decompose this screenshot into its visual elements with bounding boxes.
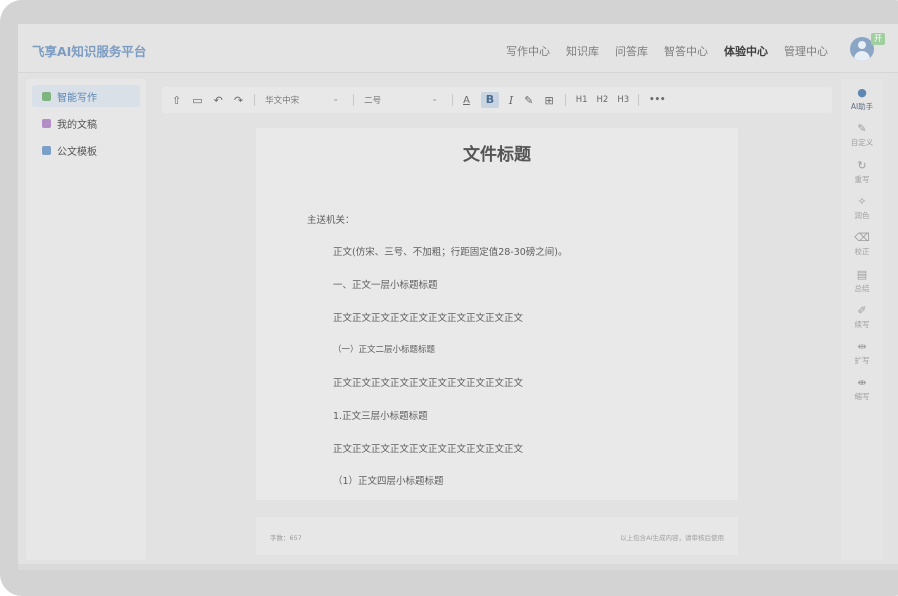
ai-tools-panel: ● AI助手 ✎ 自定义 ↻ 重写 ✧ 润色 ⌫ 校正 ▤ 总结 ✐ 续写 ⇹ … [841, 79, 883, 560]
nav-writing-center[interactable]: 写作中心 [506, 43, 550, 59]
document-editor[interactable]: 文件标题 主送机关： 正文(仿宋、三号、不加粗；行距固定值28-30磅之间)。 … [256, 128, 738, 500]
app-logo-title[interactable]: 飞享AI知识服务平台 [32, 41, 146, 60]
heading2-button[interactable]: H2 [597, 95, 609, 105]
tool-polish[interactable]: ✧ 润色 [841, 196, 883, 221]
tool-label: 续写 [854, 320, 870, 329]
tool-rewrite[interactable]: ↻ 重写 [841, 160, 883, 185]
tool-label: 扩写 [854, 356, 870, 365]
toolbar-divider [452, 94, 454, 106]
polish-icon: ✧ [857, 195, 867, 208]
tool-label: AI助手 [850, 102, 874, 111]
nav-qa-library[interactable]: 问答库 [615, 43, 648, 59]
toolbar-divider [638, 94, 640, 106]
tool-shrink[interactable]: ⇼ 缩写 [841, 377, 883, 402]
chevron-down-icon: ⌄ [431, 94, 439, 103]
tool-label: 校正 [854, 247, 870, 256]
nav-experience-center[interactable]: 体验中心 [724, 43, 768, 59]
shrink-icon: ⇼ [857, 376, 867, 389]
table-icon[interactable]: ⊞ [544, 94, 553, 107]
doc-line-body[interactable]: 正文正文正文正文正文正文正文正文正文正文 [333, 310, 523, 324]
editor-toolbar: ⇧ ▭ ↶ ↷ 华文中宋 ⌄ 二号 ⌄ A B I ✎ ⊞ H1 H2 H3 •… [162, 87, 832, 113]
main-nav: 写作中心 知识库 问答库 智答中心 体验中心 管理中心 [506, 43, 844, 59]
sidebar-item-label: 我的文稿 [57, 119, 97, 131]
avatar-badge: 开 [871, 33, 885, 45]
toolbar-divider [254, 94, 256, 106]
expand-icon: ⇹ [857, 340, 867, 353]
word-count: 字数：657 [270, 534, 302, 542]
ai-disclaimer: 以上包含AI生成内容，请审核后使用 [620, 534, 724, 542]
tool-label: 总结 [854, 284, 870, 293]
sidebar-item-label: 公文模板 [57, 146, 97, 158]
doc-line-heading3[interactable]: 1.正文三层小标题标题 [333, 408, 428, 422]
font-size-value: 二号 [364, 96, 382, 106]
italic-button[interactable]: I [509, 94, 513, 107]
doc-line-body-format[interactable]: 正文(仿宋、三号、不加粗；行距固定值28-30磅之间)。 [333, 244, 568, 258]
ai-assistant-icon: ● [857, 86, 867, 99]
sidebar-item-smart-writing[interactable]: 智能写作 [32, 85, 140, 107]
tool-custom[interactable]: ✎ 自定义 [841, 123, 883, 148]
doc-line-heading1[interactable]: 一、正文一层小标题标题 [333, 277, 438, 291]
doc-line-recipient[interactable]: 主送机关： [307, 212, 355, 226]
nav-smart-answer-center[interactable]: 智答中心 [664, 43, 708, 59]
sidebar-item-templates[interactable]: 公文模板 [32, 139, 140, 161]
device-frame: 飞享AI知识服务平台 写作中心 知识库 问答库 智答中心 体验中心 管理中心 开… [0, 0, 898, 596]
save-icon[interactable]: ▭ [192, 94, 202, 107]
bottom-edge [18, 564, 898, 570]
nav-admin-center[interactable]: 管理中心 [784, 43, 828, 59]
font-family-select[interactable]: 华文中宋 ⌄ [265, 94, 339, 106]
top-navigation-bar: 飞享AI知识服务平台 写作中心 知识库 问答库 智答中心 体验中心 管理中心 开 [18, 24, 898, 73]
edit-icon [42, 91, 51, 101]
heading3-button[interactable]: H3 [617, 95, 629, 105]
sidebar-item-label: 智能写作 [57, 92, 97, 104]
tool-expand[interactable]: ⇹ 扩写 [841, 341, 883, 366]
redo-icon[interactable]: ↷ [234, 94, 243, 107]
tool-ai-assistant[interactable]: ● AI助手 [841, 87, 883, 112]
tool-label: 重写 [854, 175, 870, 184]
more-options-icon[interactable]: ••• [649, 95, 665, 105]
toolbar-divider [564, 94, 566, 106]
rewrite-icon: ↻ [857, 159, 867, 172]
tool-correct[interactable]: ⌫ 校正 [841, 232, 883, 257]
correct-icon: ⌫ [854, 231, 870, 244]
left-sidebar: 智能写作 我的文稿 公文模板 [26, 79, 146, 560]
undo-icon[interactable]: ↶ [214, 94, 223, 107]
toolbar-divider [353, 94, 355, 106]
font-color-button[interactable]: A [463, 95, 470, 106]
template-icon [42, 145, 51, 155]
doc-line-heading2[interactable]: （一）正文二层小标题标题 [333, 343, 435, 355]
summary-icon: ▤ [856, 268, 868, 281]
continue-icon: ✐ [857, 304, 867, 317]
nav-knowledge-base[interactable]: 知识库 [566, 43, 599, 59]
document-title[interactable]: 文件标题 [256, 140, 738, 165]
doc-line-body[interactable]: 正文正文正文正文正文正文正文正文正文正文 [333, 441, 523, 455]
doc-line-body[interactable]: 正文正文正文正文正文正文正文正文正文正文 [333, 375, 523, 389]
bold-button[interactable]: B [480, 92, 499, 108]
document-icon [42, 118, 51, 128]
export-icon[interactable]: ⇧ [172, 94, 181, 107]
doc-line-heading4[interactable]: （1）正文四层小标题标题 [333, 473, 444, 487]
font-size-select[interactable]: 二号 ⌄ [364, 94, 438, 106]
tool-continue[interactable]: ✐ 续写 [841, 305, 883, 330]
tool-label: 自定义 [850, 138, 874, 147]
app-window: 飞享AI知识服务平台 写作中心 知识库 问答库 智答中心 体验中心 管理中心 开… [18, 24, 898, 570]
highlight-icon[interactable]: ✎ [524, 94, 533, 107]
editor-footer: 字数：657 以上包含AI生成内容，请审核后使用 [256, 517, 738, 555]
custom-icon: ✎ [857, 122, 867, 135]
sidebar-item-my-drafts[interactable]: 我的文稿 [32, 112, 140, 134]
tool-label: 缩写 [854, 392, 870, 401]
tool-summary[interactable]: ▤ 总结 [841, 269, 883, 294]
chevron-down-icon: ⌄ [332, 94, 340, 103]
font-family-value: 华文中宋 [265, 96, 300, 106]
tool-label: 润色 [854, 211, 870, 220]
heading1-button[interactable]: H1 [576, 95, 588, 105]
